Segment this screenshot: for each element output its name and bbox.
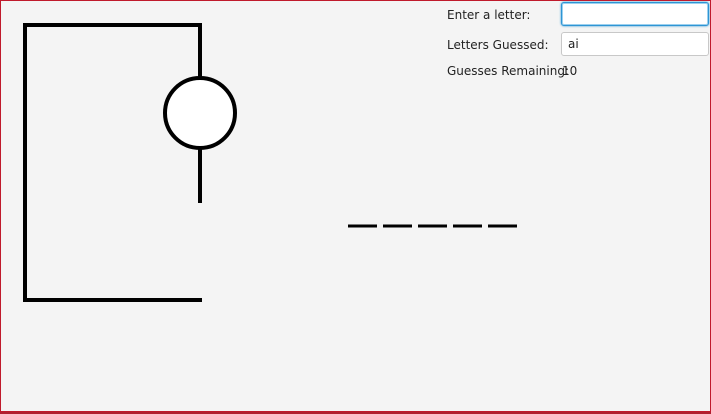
hangman-head [163, 76, 237, 150]
enter-letter-label: Enter a letter: [447, 8, 531, 22]
game-window: Enter a letter: Letters Guessed: ai Gues… [0, 0, 711, 412]
letter-input[interactable] [561, 2, 709, 26]
guesses-remaining-label: Guesses Remaining: [447, 64, 570, 78]
guesses-remaining-value: 10 [562, 64, 578, 78]
gallows [23, 23, 202, 302]
letters-guessed-label: Letters Guessed: [447, 38, 549, 52]
letters-guessed-field[interactable]: ai [561, 32, 709, 56]
hangman-figure [163, 76, 237, 203]
hangman-canvas [23, 23, 517, 302]
